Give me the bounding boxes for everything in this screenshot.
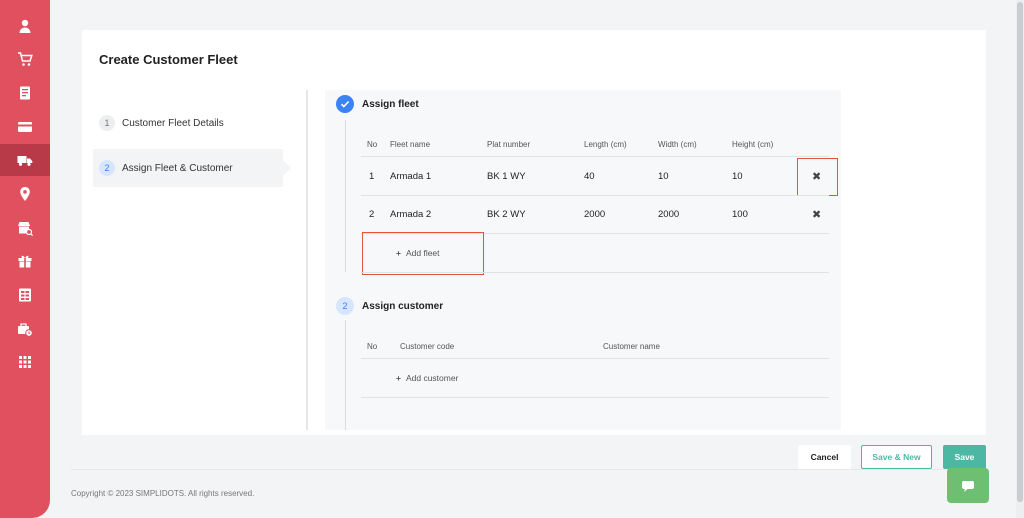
sidebar-item-more[interactable] xyxy=(0,346,50,378)
briefcase-clock-icon xyxy=(18,323,33,337)
add-customer-button[interactable]: + Add customer xyxy=(396,373,458,383)
plus-icon: + xyxy=(396,373,401,383)
step-number: 2 xyxy=(99,160,115,176)
store-search-icon xyxy=(18,222,33,236)
cell-length: 2000 xyxy=(584,209,606,220)
page-title: Create Customer Fleet xyxy=(99,52,238,67)
column-header-plat-number: Plat number xyxy=(487,140,531,149)
section-line xyxy=(345,320,346,430)
truck-icon xyxy=(17,156,33,166)
card-icon xyxy=(18,122,32,132)
column-header-width: Width (cm) xyxy=(658,140,697,149)
table-header-divider xyxy=(361,358,829,359)
step-number-badge: 2 xyxy=(336,297,354,315)
step-number: 1 xyxy=(99,115,115,131)
column-header-no: No xyxy=(367,342,378,351)
column-header-fleet-name: Fleet name xyxy=(390,140,431,149)
chat-icon xyxy=(962,480,974,492)
cell-no: 1 xyxy=(369,171,375,182)
sidebar-item-store[interactable] xyxy=(0,212,50,244)
cell-height: 10 xyxy=(732,171,743,182)
sidebar-item-location[interactable] xyxy=(0,178,50,210)
cell-no: 2 xyxy=(369,209,375,220)
save-and-new-button[interactable]: Save & New xyxy=(861,445,932,469)
sidebar-item-promo[interactable] xyxy=(0,245,50,277)
cart-icon xyxy=(18,52,33,66)
cancel-button[interactable]: Cancel xyxy=(798,445,851,469)
sidebar-item-orders[interactable] xyxy=(0,77,50,109)
add-customer-label: Add customer xyxy=(405,373,459,383)
cell-plat-number: BK 2 WY xyxy=(487,209,526,220)
scrollbar-thumb[interactable] xyxy=(1017,2,1023,502)
step-label: Assign Fleet & Customer xyxy=(122,162,233,174)
highlight-box-add-fleet xyxy=(362,232,484,275)
sidebar-item-user[interactable] xyxy=(0,10,50,42)
cell-width: 2000 xyxy=(658,209,680,220)
cell-height: 100 xyxy=(732,209,748,220)
section-bottom-divider xyxy=(361,272,829,273)
cell-fleet-name: Armada 1 xyxy=(390,171,432,182)
chat-button[interactable] xyxy=(947,468,989,503)
assign-customer-title: Assign customer xyxy=(362,301,444,312)
apps-grid-icon xyxy=(19,356,31,368)
document-icon xyxy=(20,86,30,100)
section-bottom-divider xyxy=(361,397,829,398)
sidebar-item-reports[interactable] xyxy=(0,279,50,311)
column-header-height: Height (cm) xyxy=(732,140,774,149)
user-icon xyxy=(19,19,31,33)
step-divider xyxy=(306,90,308,430)
column-header-customer-code: Customer code xyxy=(400,342,455,351)
step-customer-fleet-details[interactable]: 1 Customer Fleet Details xyxy=(93,104,283,142)
step-assign-fleet-customer[interactable]: 2 Assign Fleet & Customer xyxy=(93,149,291,187)
section-line xyxy=(345,120,346,272)
sidebar-item-cart[interactable] xyxy=(0,43,50,75)
step-label: Customer Fleet Details xyxy=(122,117,224,129)
assign-panel: Assign fleet No Fleet name Plat number L… xyxy=(325,90,841,430)
table-header-divider xyxy=(361,156,829,157)
location-pin-icon xyxy=(20,187,30,201)
page-scrollbar[interactable] xyxy=(1016,0,1024,518)
sidebar-item-payment[interactable] xyxy=(0,111,50,143)
sidebar xyxy=(0,0,50,518)
assign-fleet-title: Assign fleet xyxy=(362,99,419,110)
cell-width: 10 xyxy=(658,171,669,182)
gift-icon xyxy=(18,255,32,268)
remove-fleet-2-icon[interactable]: ✖ xyxy=(812,208,821,221)
row-divider xyxy=(361,195,829,196)
footer-divider xyxy=(71,469,986,470)
check-circle-icon xyxy=(336,95,354,113)
cell-length: 40 xyxy=(584,171,595,182)
cell-fleet-name: Armada 2 xyxy=(390,209,432,220)
highlight-box-remove xyxy=(797,158,838,196)
save-button[interactable]: Save xyxy=(943,445,986,469)
column-header-length: Length (cm) xyxy=(584,140,627,149)
copyright-text: Copyright © 2023 SIMPLIDOTS. All rights … xyxy=(71,489,255,498)
sidebar-item-fleet[interactable] xyxy=(0,144,50,176)
column-header-customer-name: Customer name xyxy=(603,342,660,351)
cell-plat-number: BK 1 WY xyxy=(487,171,526,182)
column-header-no: No xyxy=(367,140,378,149)
table-icon xyxy=(19,288,31,302)
sidebar-item-attendance[interactable] xyxy=(0,313,50,345)
